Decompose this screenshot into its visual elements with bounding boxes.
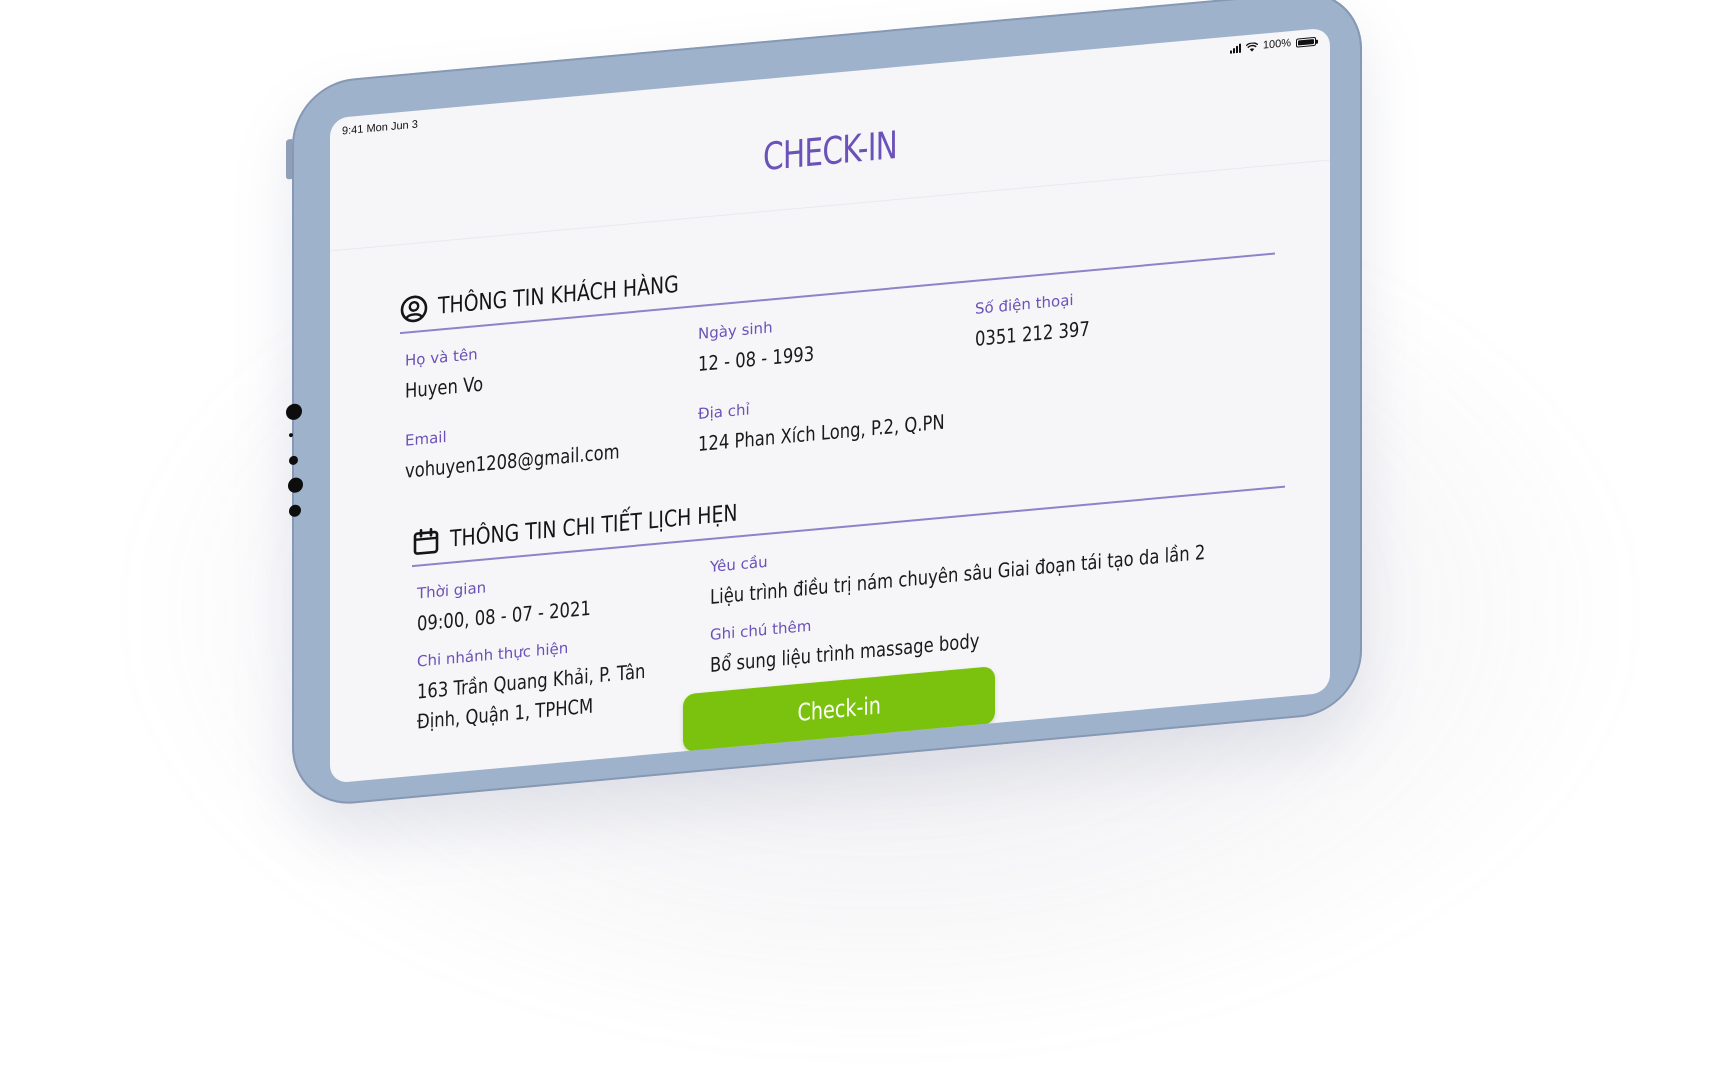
battery-icon (1296, 36, 1316, 48)
phone-field: Số điện thoại 0351 212 397 (975, 287, 1115, 354)
device-side-button (286, 139, 292, 180)
name-value: Huyen Vo (405, 371, 484, 403)
camera-dot-4 (288, 476, 303, 494)
address-field: Địa chỉ 124 Phan Xích Long, P.2, Q.PN (698, 378, 999, 459)
dob-value: 12 - 08 - 1993 (698, 341, 815, 377)
camera-dot-5 (289, 504, 301, 518)
customer-section-title: THÔNG TIN KHÁCH HÀNG (438, 271, 679, 320)
signal-icon (1229, 43, 1241, 54)
calendar-icon (412, 527, 440, 558)
phone-value: 0351 212 397 (975, 316, 1090, 351)
stage: 9:41 Mon Jun 3 100% CHECK-IN THÔNG TIN K… (0, 0, 1720, 1081)
dob-field: Ngày sinh 12 - 08 - 1993 (698, 312, 840, 379)
appointment-section-title: THÔNG TIN CHI TIẾT LỊCH HẸN (450, 500, 738, 553)
camera-dot-2 (289, 432, 293, 438)
status-indicators: 100% (1229, 35, 1316, 55)
status-clock: 9:41 (342, 123, 364, 138)
phone-label: Số điện thoại (975, 290, 1074, 318)
dob-label: Ngày sinh (698, 318, 773, 344)
status-date: Mon Jun 3 (366, 118, 418, 136)
status-time: 9:41 Mon Jun 3 (342, 119, 418, 138)
name-field: Họ và tên Huyen Vo (405, 343, 500, 406)
battery-percent: 100% (1262, 37, 1291, 52)
screen: 9:41 Mon Jun 3 100% CHECK-IN THÔNG TIN K… (330, 27, 1330, 784)
checkin-button-label: Check-in (797, 691, 881, 728)
camera-dot-1 (286, 403, 302, 421)
appointment-time-field: Thời gian 09:00, 08 - 07 - 2021 (417, 565, 629, 638)
wifi-icon (1245, 41, 1259, 52)
email-field: Email vohuyen1208@gmail.com (405, 408, 667, 486)
user-circle-icon (400, 294, 428, 325)
camera-dot-3 (289, 455, 298, 466)
tablet-device: 9:41 Mon Jun 3 100% CHECK-IN THÔNG TIN K… (286, 0, 1362, 809)
customer-section-header: THÔNG TIN KHÁCH HÀNG (400, 266, 732, 324)
appointment-time-label: Thời gian (417, 578, 487, 603)
name-label: Họ và tên (405, 345, 478, 370)
